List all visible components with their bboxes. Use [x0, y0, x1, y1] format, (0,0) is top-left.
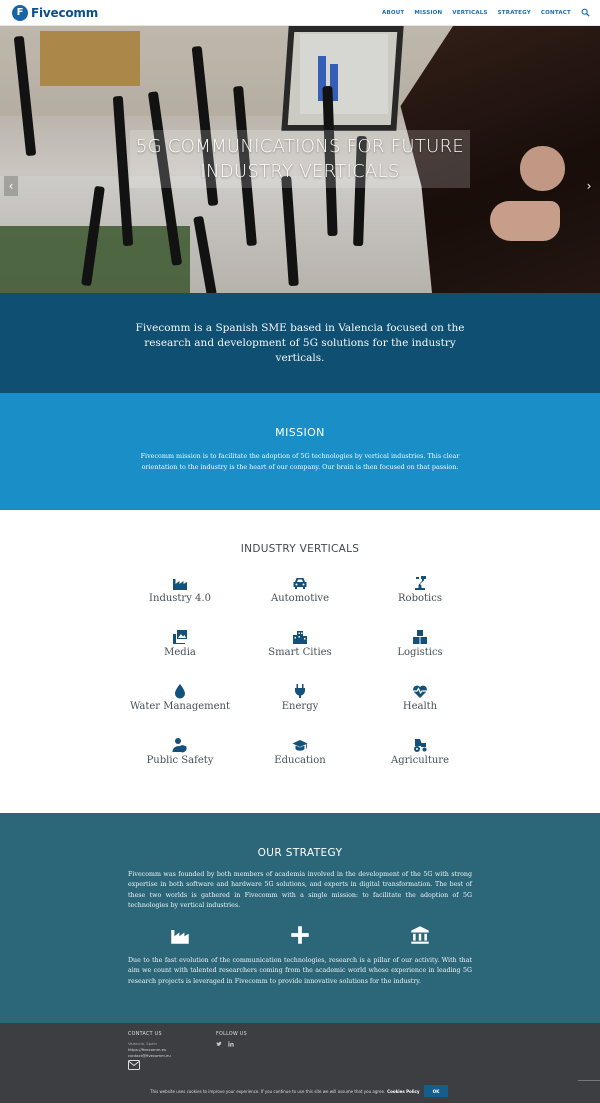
vertical-label: Logistics	[397, 647, 443, 658]
vertical-smart-cities: Smart Cities	[240, 627, 360, 681]
logo-mark-icon: F	[12, 4, 28, 21]
vertical-label: Agriculture	[391, 755, 449, 766]
twitter-icon[interactable]	[216, 1041, 222, 1047]
nav-about[interactable]: ABOUT	[382, 10, 404, 16]
water-drop-icon	[175, 684, 185, 699]
slider-prev-arrow-icon[interactable]: ‹	[4, 176, 18, 196]
envelope-icon[interactable]	[128, 1060, 140, 1070]
hero-title-box: 5G COMMUNICATIONS FOR FUTURE INDUSTRY VE…	[130, 130, 470, 188]
vertical-media: Media	[120, 627, 240, 681]
car-icon	[293, 578, 307, 589]
verticals-section: INDUSTRY VERTICALS Industry 4.0 Automoti…	[0, 510, 600, 813]
strategy-title: OUR STRATEGY	[257, 847, 343, 859]
logo[interactable]: F Fivecomm	[12, 4, 99, 21]
cookie-ok-button[interactable]: OK	[424, 1085, 448, 1097]
strategy-paragraph-1: Fivecomm was founded by both members of …	[128, 871, 472, 909]
vertical-label: Education	[274, 755, 326, 766]
strategy-section: OUR STRATEGY Fivecomm was founded by bot…	[0, 813, 600, 1023]
vertical-agriculture: Agriculture	[360, 735, 480, 789]
factory-icon	[171, 930, 189, 944]
vertical-label: Water Management	[129, 701, 231, 712]
heartbeat-icon	[413, 685, 427, 698]
verticals-grid: Industry 4.0 Automotive Robotics Media S…	[120, 573, 480, 789]
vertical-education: Education	[240, 735, 360, 789]
media-icon	[173, 630, 187, 644]
nav-mission[interactable]: MISSION	[414, 10, 442, 16]
university-icon	[411, 926, 429, 944]
slider-next-arrow-icon[interactable]: ›	[582, 176, 596, 196]
site-header: F Fivecomm ABOUT MISSION VERTICALS STRAT…	[0, 0, 600, 26]
footer-contact-title: CONTACT US	[128, 1032, 162, 1037]
verticals-title: INDUSTRY VERTICALS	[240, 543, 360, 555]
hero-slider: 5G COMMUNICATIONS FOR FUTURE INDUSTRY VE…	[0, 26, 600, 293]
plus-icon	[291, 926, 309, 944]
vertical-industry-4-0: Industry 4.0	[120, 573, 240, 627]
vertical-label: Public Safety	[146, 755, 214, 766]
nav-verticals[interactable]: VERTICALS	[452, 10, 487, 16]
footer-follow-title: FOLLOW US	[216, 1032, 248, 1037]
intro-section: Fivecomm is a Spanish SME based in Valen…	[0, 293, 600, 393]
mission-section: MISSION Fivecomm mission is to facilitat…	[0, 393, 600, 510]
logo-text: Fivecomm	[31, 5, 99, 20]
vertical-label: Health	[402, 701, 438, 712]
footer-email-link[interactable]: contact@fivecomm.eu	[128, 1053, 171, 1059]
intro-text: Fivecomm is a Spanish SME based in Valen…	[135, 321, 465, 364]
divider	[578, 1080, 600, 1081]
vertical-label: Media	[164, 647, 196, 658]
tractor-icon	[414, 739, 427, 752]
linkedin-icon[interactable]	[228, 1041, 234, 1047]
cookie-text: This website uses cookies to improve you…	[150, 1088, 386, 1094]
city-icon	[293, 631, 307, 644]
robot-arm-icon	[415, 576, 426, 590]
user-shield-icon	[172, 738, 187, 753]
footer-contact: CONTACT US Valencia, Spain https://fivec…	[128, 1032, 171, 1059]
graduation-cap-icon	[292, 740, 308, 751]
boxes-icon	[413, 630, 427, 644]
footer-follow: FOLLOW US	[216, 1032, 247, 1047]
nav-contact[interactable]: CONTACT	[541, 10, 571, 16]
hero-title-line-2: INDUSTRY VERTICALS	[200, 161, 400, 182]
main-nav: ABOUT MISSION VERTICALS STRATEGY CONTACT	[382, 8, 590, 17]
vertical-logistics: Logistics	[360, 627, 480, 681]
vertical-label: Automotive	[271, 593, 329, 604]
vertical-automotive: Automotive	[240, 573, 360, 627]
vertical-public-safety: Public Safety	[120, 735, 240, 789]
mission-title: MISSION	[275, 426, 325, 439]
vertical-label: Industry 4.0	[149, 593, 211, 604]
hero-title-line-1: 5G COMMUNICATIONS FOR FUTURE	[135, 136, 465, 157]
vertical-label: Robotics	[398, 593, 442, 604]
strategy-icons	[128, 925, 472, 945]
vertical-label: Energy	[281, 701, 319, 712]
strategy-paragraph-2: Due to the fast evolution of the communi…	[128, 957, 472, 985]
vertical-robotics: Robotics	[360, 573, 480, 627]
vertical-label: Smart Cities	[268, 647, 332, 658]
plug-icon	[295, 684, 305, 698]
mission-text: Fivecomm mission is to facilitate the ad…	[140, 452, 460, 471]
nav-strategy[interactable]: STRATEGY	[498, 10, 531, 16]
social-links	[216, 1041, 247, 1047]
cookie-policy-link[interactable]: Cookies Policy	[387, 1089, 419, 1094]
search-icon[interactable]	[581, 8, 590, 17]
cookie-notice: This website uses cookies to improve you…	[150, 1086, 450, 1096]
vertical-energy: Energy	[240, 681, 360, 735]
vertical-water-management: Water Management	[120, 681, 240, 735]
vertical-health: Health	[360, 681, 480, 735]
factory-icon	[173, 579, 187, 590]
